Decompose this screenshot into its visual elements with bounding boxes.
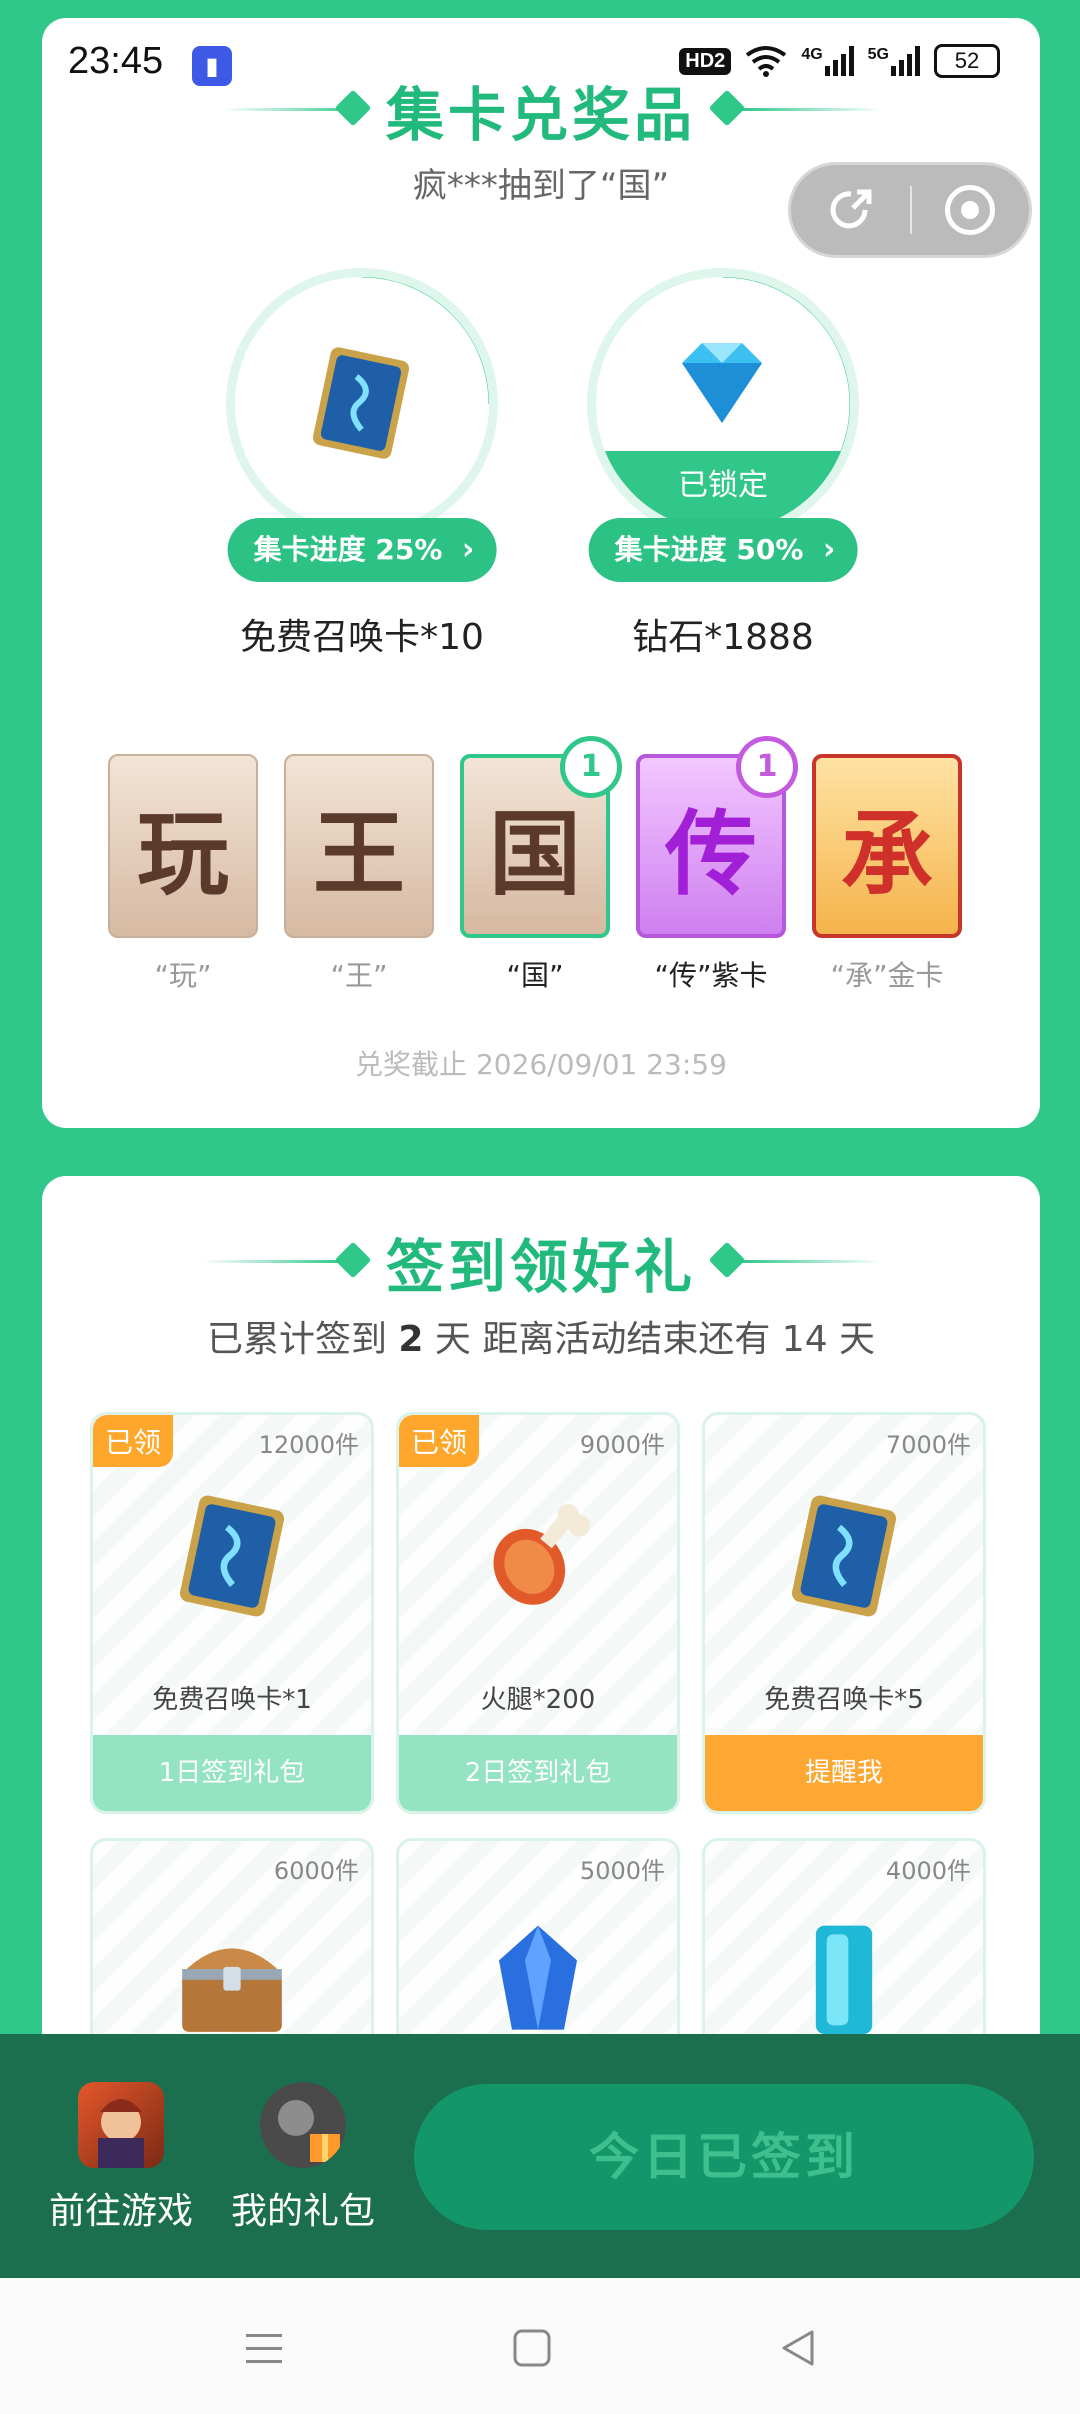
card-count-badge: 1 bbox=[560, 736, 622, 798]
diamond-icon bbox=[682, 343, 762, 423]
card-caption: “玩” bbox=[154, 959, 212, 992]
gift-quantity: 7000件 bbox=[885, 1431, 971, 1459]
card-chuan-purple[interactable]: 传 1 “传”紫卡 bbox=[636, 736, 798, 994]
card-frame: 传 1 bbox=[636, 736, 798, 938]
card-wan[interactable]: 玩 “玩” bbox=[108, 754, 258, 994]
card-guo[interactable]: 国 1 “国” bbox=[460, 736, 622, 994]
summon-card-icon bbox=[791, 1495, 897, 1617]
signin-stats: 已累计签到 2 天 距离活动结束还有 14 天 bbox=[206, 1319, 876, 1360]
gift-name: 火腿*200 bbox=[480, 1685, 596, 1715]
remind-me-button[interactable]: 提醒我 bbox=[705, 1735, 983, 1811]
card-caption: “王” bbox=[330, 959, 388, 992]
card-caption: “承”金卡 bbox=[830, 959, 944, 992]
progress-button[interactable]: 集卡进度 25% › bbox=[227, 518, 497, 582]
gift-footer: 2日签到礼包 bbox=[399, 1735, 677, 1811]
prize-name: 钻石*1888 bbox=[632, 617, 814, 658]
gift-day-1[interactable]: 已领 12000件 免费召唤卡*1 1日签到礼包 bbox=[90, 1412, 374, 1814]
wifi-icon bbox=[746, 46, 787, 77]
card-count-badge: 1 bbox=[736, 736, 798, 798]
gift-quantity: 4000件 bbox=[885, 1857, 971, 1885]
system-nav-bar bbox=[0, 2278, 1080, 2414]
status-bar: 23:45 ▮ HD2 4G 5G 52 bbox=[0, 0, 1080, 110]
status-time: 23:45 bbox=[68, 40, 164, 82]
sparkle-left-icon bbox=[334, 1241, 372, 1279]
sparkle-right-icon bbox=[708, 1241, 746, 1279]
share-icon[interactable] bbox=[825, 184, 877, 236]
my-gifts-button[interactable]: 我的礼包 bbox=[208, 2082, 398, 2234]
gift-quantity: 9000件 bbox=[579, 1431, 665, 1459]
menu-icon[interactable] bbox=[238, 2322, 290, 2374]
card-caption: “传”紫卡 bbox=[654, 959, 768, 992]
summon-card-icon bbox=[312, 347, 410, 459]
redeem-deadline: 兑奖截止 2026/09/01 23:59 bbox=[355, 1048, 727, 1081]
card-frame: 承 bbox=[812, 754, 962, 938]
claimed-badge: 已领 bbox=[399, 1415, 480, 1467]
signal-5g-icon: 5G bbox=[868, 46, 920, 76]
gift-day-2[interactable]: 已领 9000件 火腿*200 2日签到礼包 bbox=[396, 1412, 680, 1814]
gift-name: 免费召唤卡*5 bbox=[764, 1685, 924, 1715]
hd-voice-icon: HD2 bbox=[679, 47, 732, 75]
go-to-game-label: 前往游戏 bbox=[48, 2191, 193, 2232]
status-icons: HD2 4G 5G 52 bbox=[679, 44, 1000, 78]
signin-title: 签到领好礼 bbox=[385, 1233, 696, 1301]
card-cheng-gold[interactable]: 承 “承”金卡 bbox=[812, 754, 962, 994]
claimed-badge: 已领 bbox=[93, 1415, 174, 1467]
summon-card-icon bbox=[179, 1495, 285, 1617]
signin-title-row: 签到领好礼 bbox=[42, 1220, 1040, 1301]
bottom-action-bar: 前往游戏 我的礼包 今日已签到 bbox=[0, 2034, 1080, 2278]
battery-icon: 52 bbox=[934, 44, 1000, 78]
back-icon[interactable] bbox=[772, 2322, 824, 2374]
treasure-chest-icon bbox=[182, 1948, 282, 2032]
chevron-right-icon: › bbox=[462, 532, 475, 567]
signal-4g-icon: 4G bbox=[801, 46, 854, 76]
card-frame: 国 1 bbox=[460, 736, 622, 938]
close-target-icon[interactable] bbox=[944, 185, 995, 235]
progress-button[interactable]: 集卡进度 50% › bbox=[588, 518, 858, 582]
home-icon[interactable] bbox=[506, 2322, 558, 2374]
go-to-game-button[interactable]: 前往游戏 bbox=[26, 2082, 216, 2234]
my-gifts-avatar-icon bbox=[260, 2082, 346, 2168]
blue-crystal-icon bbox=[499, 1925, 577, 2030]
gift-day-3[interactable]: 7000件 免费召唤卡*5 提醒我 bbox=[702, 1412, 986, 1814]
cyan-crystal-icon bbox=[815, 1925, 873, 2034]
signin-days: 2 bbox=[398, 1319, 424, 1360]
card-caption: “国” bbox=[506, 959, 564, 992]
gift-footer: 1日签到礼包 bbox=[93, 1735, 371, 1811]
prize-summon-card[interactable]: 集卡进度 25% › 免费召唤卡*10 bbox=[222, 268, 502, 688]
title-deco-line-right bbox=[742, 1260, 882, 1263]
title-deco-line-left bbox=[202, 1260, 342, 1263]
gift-quantity: 12000件 bbox=[258, 1431, 359, 1459]
card-wang[interactable]: 王 “王” bbox=[284, 754, 434, 994]
card-frame: 玩 bbox=[108, 754, 258, 938]
prize-diamond[interactable]: 已锁定 集卡进度 50% › 钻石*1888 bbox=[583, 268, 863, 688]
gift-quantity: 6000件 bbox=[273, 1857, 359, 1885]
my-gifts-label: 我的礼包 bbox=[230, 2191, 375, 2232]
chevron-right-icon: › bbox=[823, 532, 836, 567]
mini-program-capsule bbox=[788, 162, 1032, 258]
notification-app-icon: ▮ bbox=[192, 46, 232, 86]
gift-name: 免费召唤卡*1 bbox=[152, 1685, 312, 1715]
progress-ring: 已锁定 bbox=[587, 268, 859, 540]
collectible-cards-row: 玩 “玩” 王 “王” 国 1 “国” 传 1 “传”紫卡 承 “承”金卡 bbox=[108, 736, 988, 1014]
ham-icon bbox=[493, 1504, 590, 1605]
game-thumbnail-icon bbox=[78, 2082, 164, 2168]
capsule-divider bbox=[909, 186, 912, 234]
checked-in-today-button[interactable]: 今日已签到 bbox=[414, 2084, 1034, 2230]
gift-quantity: 5000件 bbox=[579, 1857, 665, 1885]
prize-name: 免费召唤卡*10 bbox=[240, 617, 484, 658]
card-frame: 王 bbox=[284, 754, 434, 938]
progress-ring bbox=[226, 268, 498, 540]
